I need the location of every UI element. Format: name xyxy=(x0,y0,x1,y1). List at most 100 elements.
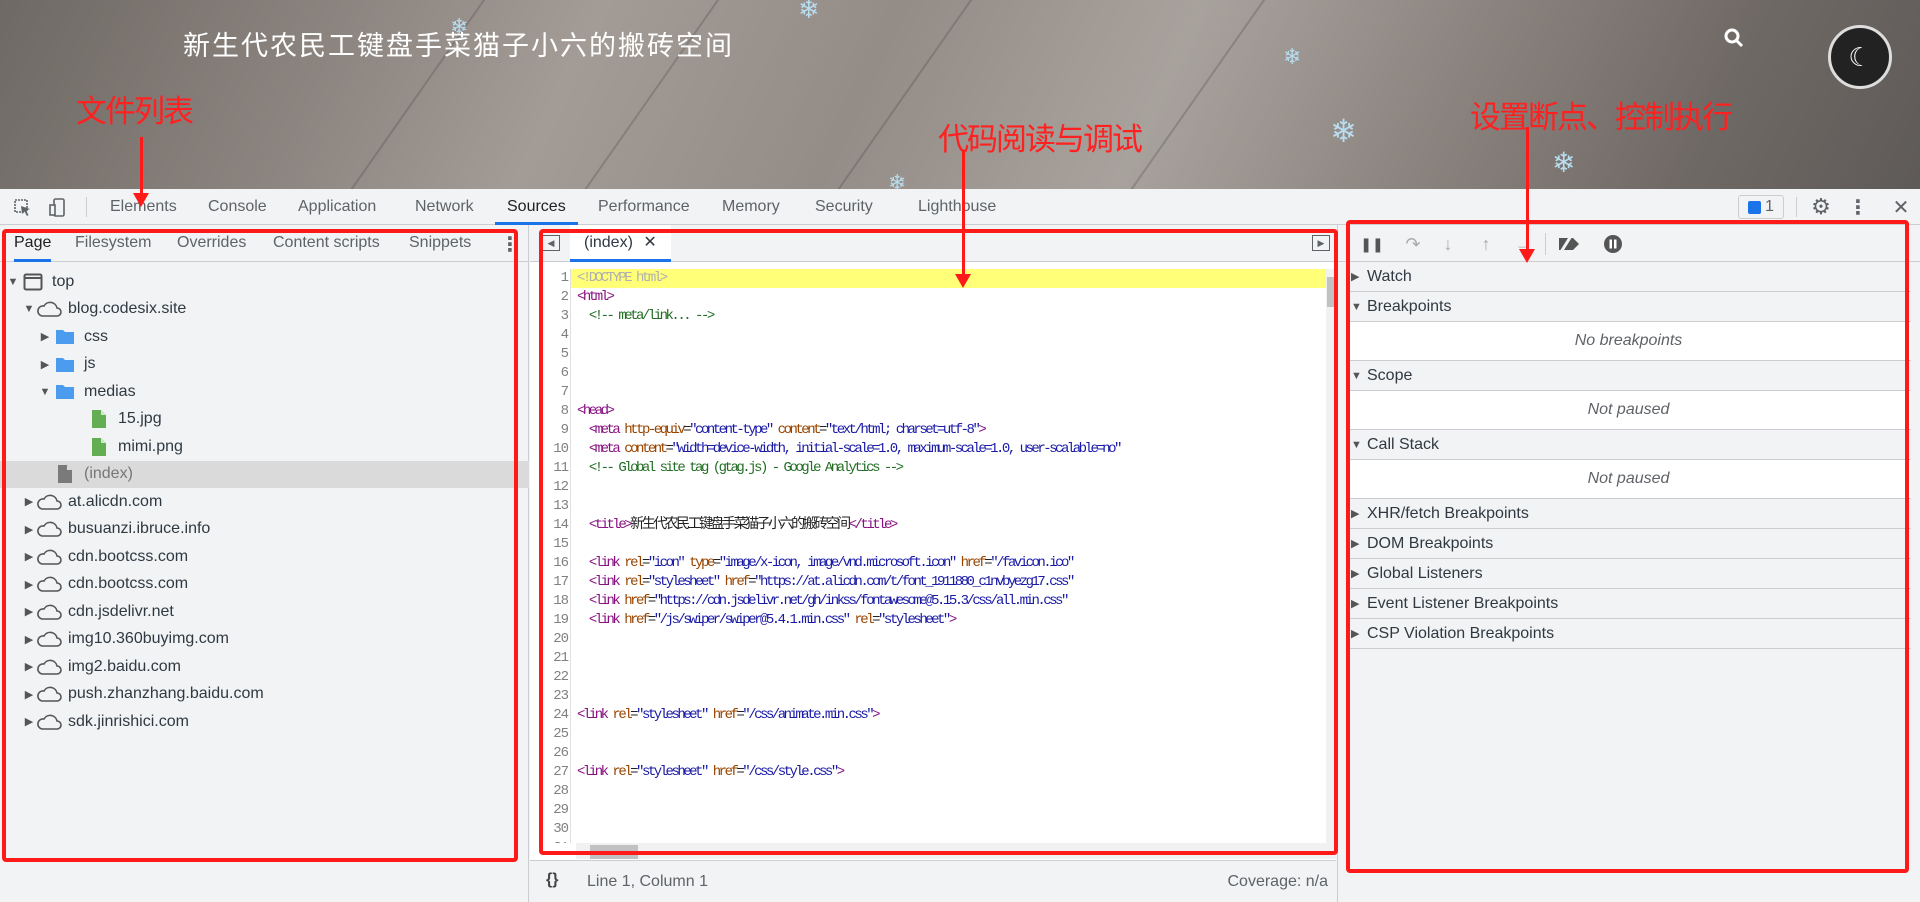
inspect-element-icon[interactable] xyxy=(12,197,34,219)
collapsed-triangle-icon[interactable]: ▶ xyxy=(22,688,36,701)
navigator-tab-snippets[interactable]: Snippets xyxy=(409,225,471,262)
code-line[interactable]: 20 xyxy=(530,630,1326,649)
code-line[interactable]: 25 xyxy=(530,725,1326,744)
line-number[interactable]: 4 xyxy=(530,326,569,345)
code-line[interactable]: 19 <link href="/js/swiper/swiper@5.4.1.m… xyxy=(530,611,1326,630)
code-line[interactable]: 28 xyxy=(530,782,1326,801)
code-line[interactable]: 27 <link rel="stylesheet" href="/css/styl… xyxy=(530,763,1326,782)
line-number[interactable]: 29 xyxy=(530,801,569,820)
line-number[interactable]: 10 xyxy=(530,440,569,459)
line-number[interactable]: 26 xyxy=(530,744,569,763)
tree-item[interactable]: ▶ img10.360buyimg.com xyxy=(0,626,529,654)
code-line[interactable]: 11 <!-- Global site tag (gtag.js) - Goog… xyxy=(530,459,1326,478)
code-line[interactable]: 9 <meta http-equiv="content-type" conten… xyxy=(530,421,1326,440)
tree-item[interactable]: 15.jpg xyxy=(0,406,529,434)
tree-item[interactable]: ▶ cdn.bootcss.com xyxy=(0,543,529,571)
line-number[interactable]: 5 xyxy=(530,345,569,364)
deactivate-breakpoints-icon[interactable] xyxy=(1556,234,1582,254)
code-line[interactable]: 1 <!DOCTYPE html> xyxy=(530,269,1326,288)
line-number[interactable]: 14 xyxy=(530,516,569,535)
section-call-stack[interactable]: ▼ Call Stack xyxy=(1346,430,1911,460)
search-icon[interactable] xyxy=(1724,28,1744,53)
line-number[interactable]: 13 xyxy=(530,497,569,516)
code-line[interactable]: 7 xyxy=(530,383,1326,402)
collapsed-triangle-icon[interactable]: ▶ xyxy=(22,660,36,673)
code-line[interactable]: 22 xyxy=(530,668,1326,687)
site-title[interactable]: 新生代农民工键盘手菜猫子小六的搬砖空间 xyxy=(183,24,734,63)
line-number[interactable]: 20 xyxy=(530,630,569,649)
code-line[interactable]: 14 <title>新生代农民工键盘手菜猫子小六的搬砖空间</title> xyxy=(530,516,1326,535)
navigator-more-icon[interactable]: ⋮ xyxy=(500,233,520,256)
tree-item[interactable]: ▶ busuanzi.ibruce.info xyxy=(0,516,529,544)
tree-item[interactable]: ▼ medias xyxy=(0,378,529,406)
tab-memory[interactable]: Memory xyxy=(710,189,792,225)
section-scope[interactable]: ▼ Scope xyxy=(1346,361,1911,391)
line-number[interactable]: 30 xyxy=(530,820,569,839)
line-number[interactable]: 23 xyxy=(530,687,569,706)
collapsed-triangle-icon[interactable]: ▶ xyxy=(22,523,36,536)
section-dom-breakpoints[interactable]: ▶ DOM Breakpoints xyxy=(1346,529,1911,559)
navigator-tab-page[interactable]: Page xyxy=(14,225,52,262)
issues-button[interactable]: 1 xyxy=(1738,195,1784,219)
line-number[interactable]: 2 xyxy=(530,288,569,307)
collapsed-triangle-icon[interactable]: ▶ xyxy=(38,330,52,343)
pretty-print-icon[interactable]: {} xyxy=(546,871,558,889)
code-line[interactable]: 12 xyxy=(530,478,1326,497)
line-number[interactable]: 25 xyxy=(530,725,569,744)
tree-item[interactable]: ▶ sdk.jinrishici.com xyxy=(0,708,529,736)
expanded-triangle-icon[interactable]: ▼ xyxy=(1351,370,1367,382)
step-into-icon[interactable]: ↓ xyxy=(1438,234,1458,254)
pause-icon[interactable]: ❚❚ xyxy=(1360,234,1383,254)
line-number[interactable]: 16 xyxy=(530,554,569,573)
code-line[interactable]: 26 xyxy=(530,744,1326,763)
expanded-triangle-icon[interactable]: ▼ xyxy=(1351,439,1367,451)
navigator-tab-filesystem[interactable]: Filesystem xyxy=(75,225,151,262)
tab-performance[interactable]: Performance xyxy=(586,189,702,225)
section-xhr-fetch-breakpoints[interactable]: ▶ XHR/fetch Breakpoints xyxy=(1346,499,1911,529)
code-line[interactable]: 18 <link href="https://cdn.jsdelivr.net/… xyxy=(530,592,1326,611)
toggle-debugger-icon[interactable]: ▶ xyxy=(1312,235,1330,251)
collapsed-triangle-icon[interactable]: ▶ xyxy=(22,633,36,646)
code-line[interactable]: 23 xyxy=(530,687,1326,706)
line-number[interactable]: 27 xyxy=(530,763,569,782)
line-number[interactable]: 18 xyxy=(530,592,569,611)
horizontal-scrollbar[interactable] xyxy=(576,843,1326,859)
line-number[interactable]: 12 xyxy=(530,478,569,497)
line-number[interactable]: 31 xyxy=(530,839,569,843)
section-csp-violation-breakpoints[interactable]: ▶ CSP Violation Breakpoints xyxy=(1346,619,1911,649)
tree-item[interactable]: ▶ push.zhanzhang.baidu.com xyxy=(0,681,529,709)
line-number[interactable]: 3 xyxy=(530,307,569,326)
toggle-navigator-icon[interactable]: ◀ xyxy=(542,235,560,251)
coverage-status[interactable]: Coverage: n/a xyxy=(1227,873,1328,891)
editor-tab-index[interactable]: (index) ✕ xyxy=(570,225,671,262)
tree-item[interactable]: ▶ cdn.jsdelivr.net xyxy=(0,598,529,626)
tab-application[interactable]: Application xyxy=(286,189,388,225)
collapsed-triangle-icon[interactable]: ▶ xyxy=(1351,537,1367,550)
tab-security[interactable]: Security xyxy=(803,189,885,225)
expanded-triangle-icon[interactable]: ▼ xyxy=(6,276,20,288)
line-number[interactable]: 6 xyxy=(530,364,569,383)
more-options-icon[interactable]: ⋮ xyxy=(1848,196,1868,219)
code-line[interactable]: 24 <link rel="stylesheet" href="/css/anim… xyxy=(530,706,1326,725)
collapsed-triangle-icon[interactable]: ▶ xyxy=(1351,627,1367,640)
section-breakpoints[interactable]: ▼ Breakpoints xyxy=(1346,292,1911,322)
tree-item[interactable]: ▶ js xyxy=(0,351,529,379)
tab-lighthouse[interactable]: Lighthouse xyxy=(906,189,1008,225)
step-out-icon[interactable]: ↑ xyxy=(1476,234,1496,254)
navigator-tab-content-scripts[interactable]: Content scripts xyxy=(273,225,380,262)
collapsed-triangle-icon[interactable]: ▶ xyxy=(22,715,36,728)
tree-item[interactable]: mimi.png xyxy=(0,433,529,461)
expanded-triangle-icon[interactable]: ▼ xyxy=(38,386,52,398)
code-line[interactable]: 15 xyxy=(530,535,1326,554)
collapsed-triangle-icon[interactable]: ▶ xyxy=(1351,597,1367,610)
vertical-scrollbar[interactable] xyxy=(1326,269,1336,859)
code-line[interactable]: 10 <meta content="width=device-width, in… xyxy=(530,440,1326,459)
code-line[interactable]: 5 xyxy=(530,345,1326,364)
code-line[interactable]: 8 <head> xyxy=(530,402,1326,421)
close-devtools-icon[interactable]: ✕ xyxy=(1890,196,1912,219)
code-line[interactable]: 3 <!-- meta/link... --> xyxy=(530,307,1326,326)
line-number[interactable]: 21 xyxy=(530,649,569,668)
collapsed-triangle-icon[interactable]: ▶ xyxy=(22,578,36,591)
code-line[interactable]: 2 <html> xyxy=(530,288,1326,307)
device-toolbar-icon[interactable] xyxy=(47,197,69,219)
